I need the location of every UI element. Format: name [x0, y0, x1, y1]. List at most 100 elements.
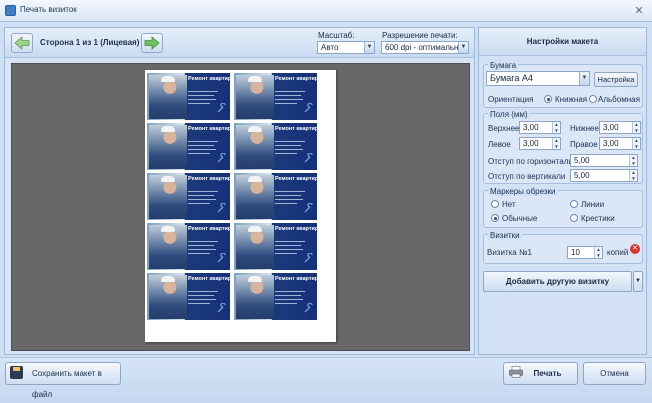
card-hat — [161, 126, 175, 132]
vgap-value: 5,00 — [574, 171, 590, 180]
card-text-line — [275, 195, 301, 196]
card-text-line — [275, 203, 297, 204]
chevron-down-icon: ▼ — [635, 278, 641, 284]
margin-bottom-label: Нижнее — [570, 124, 599, 133]
card-title: Ремонт квартир — [275, 226, 317, 232]
paper-value: Бумага А4 — [490, 73, 533, 83]
card-hat — [248, 226, 262, 232]
margin-bottom-value: 3,00 — [603, 123, 619, 132]
title-bar — [0, 0, 652, 22]
margin-top-input[interactable]: 3,00 ▲ ▼ — [519, 121, 561, 134]
scale-select[interactable]: Авто ▼ — [317, 41, 375, 54]
wrench-icon — [304, 253, 313, 263]
close-icon[interactable]: ✕ — [632, 4, 646, 18]
card-title: Ремонт квартир — [188, 226, 230, 232]
spin-arrows-icon[interactable]: ▲ ▼ — [632, 122, 640, 133]
card-text-line — [188, 141, 218, 142]
add-card-dropdown[interactable]: ▼ — [633, 271, 643, 292]
landscape-radio[interactable] — [589, 95, 597, 103]
card-text-line — [188, 249, 216, 250]
next-page-button[interactable] — [141, 33, 163, 53]
card-title: Ремонт квартир — [275, 176, 317, 182]
hgap-input[interactable]: 5,00 ▲ ▼ — [570, 154, 638, 167]
wrench-icon — [304, 203, 313, 213]
portrait-radio[interactable] — [544, 95, 552, 103]
business-card-preview: Ремонт квартир — [234, 273, 317, 320]
landscape-label: Альбомная — [598, 95, 640, 104]
business-card-preview: Ремонт квартир — [147, 173, 230, 220]
margin-right-input[interactable]: 3,00 ▲ ▼ — [599, 137, 641, 150]
spin-arrows-icon[interactable]: ▲ ▼ — [629, 170, 637, 181]
card-text-line — [275, 191, 305, 192]
add-card-button[interactable]: Добавить другую визитку — [483, 271, 632, 292]
marker-crosses-label: Крестики — [581, 214, 615, 223]
wrench-icon — [217, 153, 226, 163]
arrow-right-icon — [144, 36, 160, 50]
crop-markers-title: Маркеры обрезки — [488, 187, 558, 196]
remove-card-icon[interactable]: ✕ — [630, 244, 640, 254]
wrench-icon — [304, 103, 313, 113]
card-text-line — [188, 149, 216, 150]
card-text-line — [188, 253, 210, 254]
margins-group-title: Поля (мм) — [488, 110, 530, 119]
window-title: Печать визиток — [20, 5, 77, 14]
margin-left-value: 3,00 — [523, 139, 539, 148]
wrench-icon — [304, 153, 313, 163]
spin-arrows-icon[interactable]: ▲ ▼ — [552, 122, 560, 133]
business-card-preview: Ремонт квартир — [147, 73, 230, 120]
card-text-line — [275, 249, 303, 250]
business-card-preview: Ремонт квартир — [147, 273, 230, 320]
wrench-icon — [217, 303, 226, 313]
card-item-label[interactable]: Визитка №1 — [487, 248, 532, 257]
marker-normal-label: Обычные — [502, 214, 538, 223]
card-title: Ремонт квартир — [188, 176, 230, 182]
copies-label: копий — [607, 248, 629, 257]
card-text-line — [275, 145, 301, 146]
spin-arrows-icon[interactable]: ▲ ▼ — [632, 138, 640, 149]
margin-right-label: Правое — [570, 140, 598, 149]
prev-page-button[interactable] — [11, 33, 33, 53]
marker-crosses-radio[interactable] — [570, 214, 578, 222]
business-card-preview: Ремонт квартир — [234, 123, 317, 170]
card-text-line — [275, 99, 303, 100]
vgap-label: Отступ по вертикали — [488, 172, 566, 181]
card-copies-input[interactable]: 10 ▲ ▼ — [567, 246, 603, 259]
card-text-line — [188, 245, 214, 246]
card-text-line — [188, 295, 214, 296]
card-text-line — [275, 153, 297, 154]
vgap-input[interactable]: 5,00 ▲ ▼ — [570, 169, 638, 182]
margin-top-label: Верхнее — [488, 124, 520, 133]
card-text-line — [188, 191, 218, 192]
business-card-preview: Ремонт квартир — [147, 123, 230, 170]
paper-setup-button[interactable]: Настройка — [594, 72, 638, 87]
hgap-label: Отступ по горизонтали — [488, 157, 573, 166]
card-text-line — [188, 195, 214, 196]
card-text-line — [188, 203, 210, 204]
card-title: Ремонт квартир — [275, 76, 317, 82]
marker-lines-radio[interactable] — [570, 200, 578, 208]
margin-left-input[interactable]: 3,00 ▲ ▼ — [519, 137, 561, 150]
resolution-select[interactable]: 600 dpi - оптимальное ▼ — [381, 41, 469, 54]
paper-select[interactable]: Бумага А4 ▼ — [486, 71, 590, 86]
portrait-label: Книжная — [555, 95, 588, 104]
card-text-line — [188, 145, 214, 146]
resolution-label: Разрешение печати: — [382, 31, 458, 40]
spin-arrows-icon[interactable]: ▲ ▼ — [552, 138, 560, 149]
spin-arrows-icon[interactable]: ▲ ▼ — [594, 247, 602, 258]
printer-icon — [509, 366, 523, 378]
marker-none-radio[interactable] — [491, 200, 499, 208]
card-text-line — [275, 245, 301, 246]
marker-normal-radio[interactable] — [491, 214, 499, 222]
wrench-icon — [217, 203, 226, 213]
app-icon — [5, 5, 16, 16]
orientation-label: Ориентация — [488, 95, 534, 104]
scale-label: Масштаб: — [318, 31, 355, 40]
margin-bottom-input[interactable]: 3,00 ▲ ▼ — [599, 121, 641, 134]
card-title: Ремонт квартир — [188, 126, 230, 132]
margin-right-value: 3,00 — [603, 139, 619, 148]
wrench-icon — [217, 253, 226, 263]
cancel-button[interactable]: Отмена — [583, 362, 646, 385]
paper-group-title: Бумага — [488, 61, 519, 70]
business-card-preview: Ремонт квартир — [234, 73, 317, 120]
spin-arrows-icon[interactable]: ▲ ▼ — [629, 155, 637, 166]
